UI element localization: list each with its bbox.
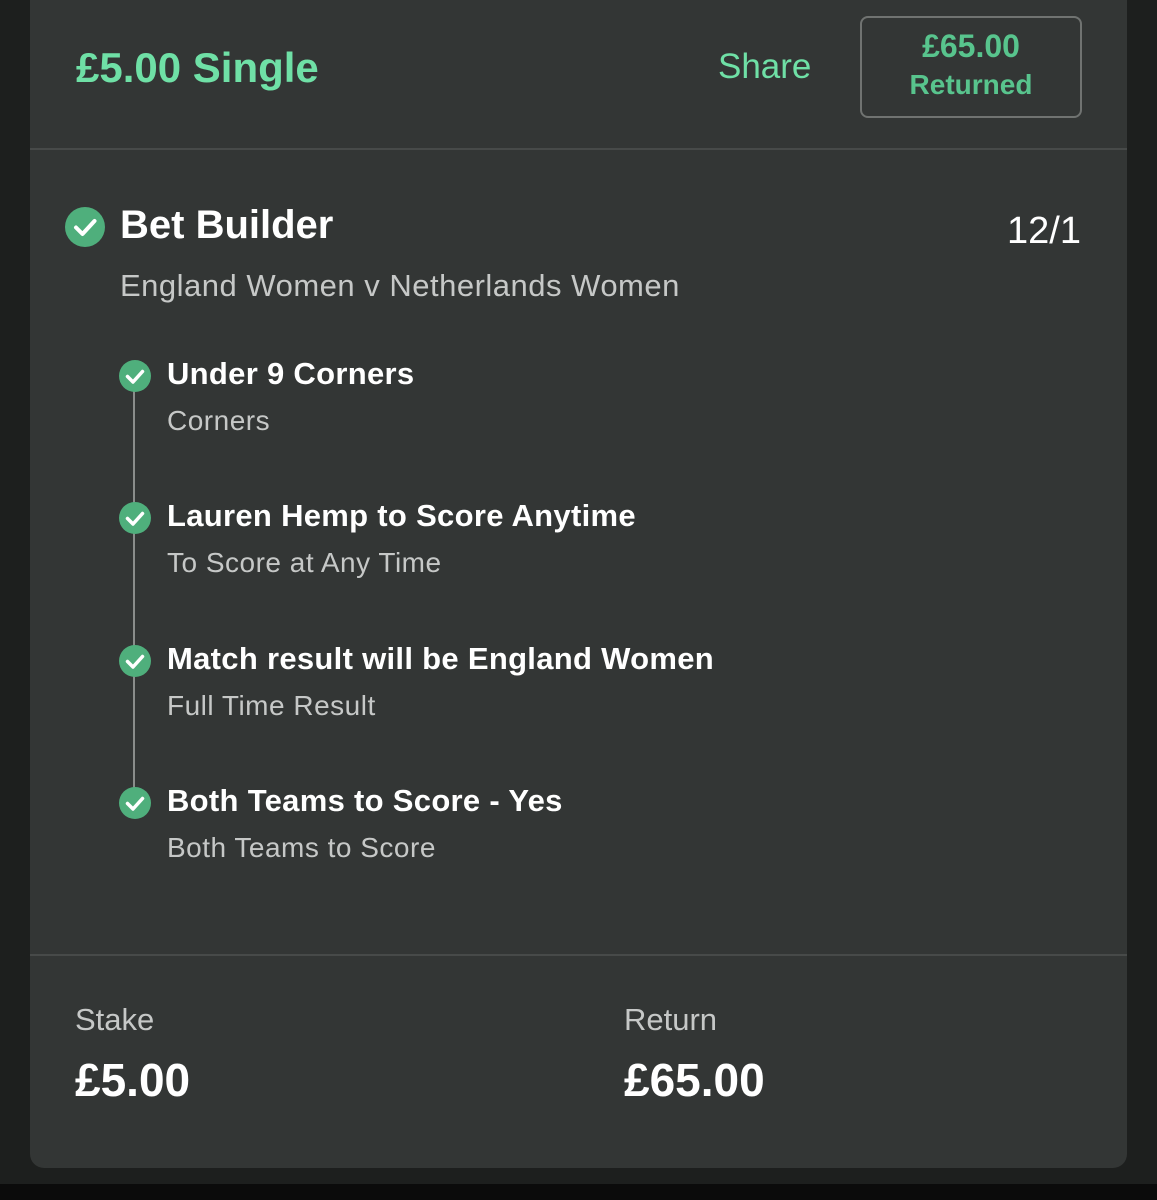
check-circle-icon xyxy=(119,787,151,819)
return-value: £65.00 xyxy=(624,1054,765,1106)
selection-market: To Score at Any Time xyxy=(167,547,442,578)
selection-title: Under 9 Corners xyxy=(167,356,415,391)
selection-timeline xyxy=(133,376,135,791)
selection-title: Lauren Hemp to Score Anytime xyxy=(167,498,636,533)
selection-market: Both Teams to Score xyxy=(167,832,436,863)
bet-card: £5.00 Single Share £65.00 Returned Bet B… xyxy=(30,0,1127,1168)
bet-stake-type: £5.00 Single xyxy=(76,44,319,91)
share-button[interactable]: Share xyxy=(718,44,811,90)
event-name: England Women v Netherlands Women xyxy=(120,268,680,303)
selection-title: Match result will be England Women xyxy=(167,641,715,676)
return-label: Return xyxy=(624,1002,718,1037)
check-circle-icon xyxy=(119,502,151,534)
stake-label: Stake xyxy=(75,1002,155,1037)
bet-header: £5.00 Single Share £65.00 Returned xyxy=(30,0,1127,150)
check-circle-icon xyxy=(65,207,105,247)
selection-market: Corners xyxy=(167,405,271,436)
returned-label: Returned xyxy=(909,69,1033,100)
returned-badge: £65.00 Returned xyxy=(860,16,1082,118)
bet-odds: 12/1 xyxy=(1007,210,1081,252)
section-divider xyxy=(30,954,1127,956)
check-circle-icon xyxy=(119,360,151,392)
check-circle-icon xyxy=(119,645,151,677)
selection-title: Both Teams to Score - Yes xyxy=(167,783,563,818)
bet-title: Bet Builder xyxy=(120,203,334,247)
bottom-bar xyxy=(0,1184,1157,1200)
selection-market: Full Time Result xyxy=(167,690,376,721)
returned-amount: £65.00 xyxy=(922,28,1020,64)
stake-value: £5.00 xyxy=(75,1054,191,1106)
